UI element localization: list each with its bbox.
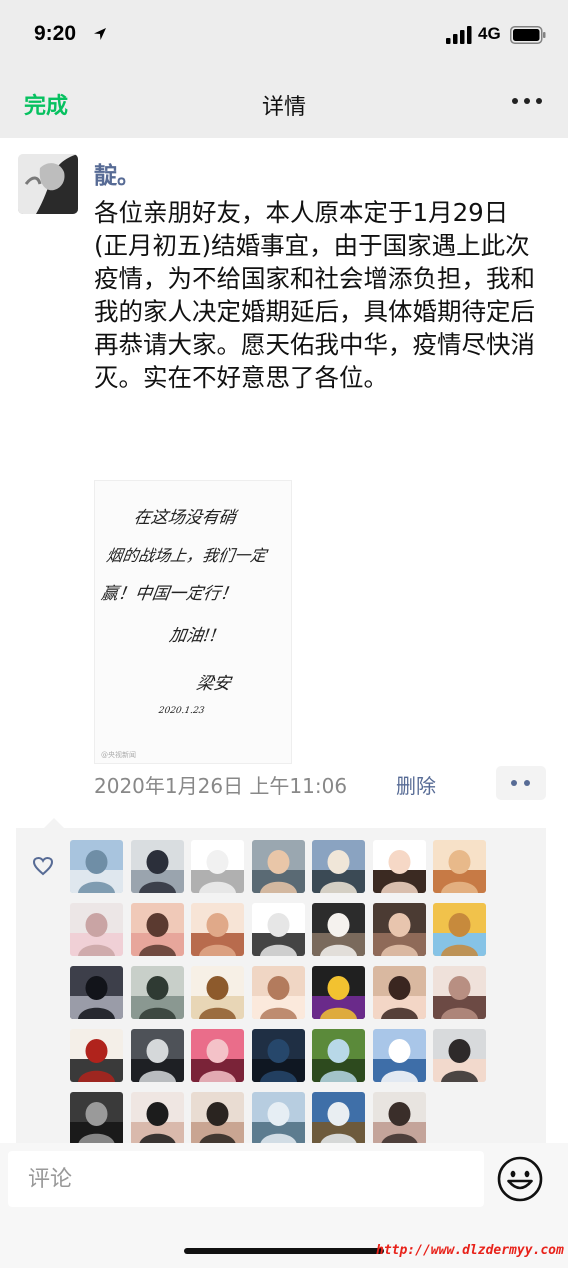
like-avatar-26[interactable] <box>312 1029 365 1082</box>
like-comment-menu-button[interactable] <box>496 766 546 800</box>
like-avatar-33[interactable] <box>312 1092 365 1145</box>
image-watermark: @央视新闻 <box>101 750 136 759</box>
like-avatar-17[interactable] <box>191 966 244 1019</box>
likes-panel-arrow <box>44 818 64 828</box>
like-avatar-29[interactable] <box>70 1092 123 1145</box>
note-date: 2020.1.23 <box>157 706 205 716</box>
note-line-1: 在这场没有硝 <box>132 508 240 528</box>
like-avatar-1[interactable] <box>70 840 123 893</box>
author-avatar-image <box>18 154 78 214</box>
note-line-5: 梁安 <box>195 674 234 694</box>
more-options-icon[interactable] <box>510 88 544 114</box>
note-line-3: 赢！中国一定行！ <box>100 584 239 604</box>
like-avatar-11[interactable] <box>251 903 305 956</box>
note-line-2: 烟的战场上，我们一定 <box>105 546 269 565</box>
like-avatar-28[interactable] <box>433 1029 486 1082</box>
heart-outline-icon <box>32 856 54 876</box>
battery-icon <box>510 26 546 44</box>
like-avatar-20[interactable] <box>372 966 426 1019</box>
like-avatar-31[interactable] <box>191 1092 244 1145</box>
like-avatar-15[interactable] <box>70 966 123 1019</box>
menu-dot-icon <box>511 780 517 786</box>
like-avatar-19[interactable] <box>312 966 365 1019</box>
page-title: 详情 <box>261 95 306 120</box>
like-avatar-16[interactable] <box>130 966 184 1019</box>
like-avatar-8[interactable] <box>70 903 123 956</box>
handwritten-note-image: 在这场没有硝 烟的战场上，我们一定 赢！中国一定行！ 加油!! 梁安 2020.… <box>95 481 291 763</box>
like-avatar-32[interactable] <box>251 1092 305 1145</box>
like-avatar-9[interactable] <box>130 903 184 956</box>
like-avatar-22[interactable] <box>70 1029 123 1082</box>
like-avatar-27[interactable] <box>372 1029 426 1082</box>
like-avatar-5[interactable] <box>312 840 365 893</box>
moment-post: 靛。 各位亲朋好友，本人原本定于1月29日 (正月初五)结婚事宜，由于国家遇上此… <box>0 138 568 1146</box>
like-avatar-3[interactable] <box>191 840 244 893</box>
like-avatar-23[interactable] <box>130 1029 184 1082</box>
comment-input[interactable] <box>8 1151 484 1207</box>
like-avatar-7[interactable] <box>433 840 486 893</box>
like-avatar-34[interactable] <box>372 1092 426 1145</box>
note-line-4: 加油!! <box>168 626 218 646</box>
post-image[interactable]: 在这场没有硝 烟的战场上，我们一定 赢！中国一定行！ 加油!! 梁安 2020.… <box>94 480 292 764</box>
author-name[interactable]: 靛。 <box>94 156 140 190</box>
location-arrow-icon <box>94 28 106 40</box>
post-timestamp: 2020年1月26日 上午11:06 <box>94 774 348 798</box>
like-avatar-14[interactable] <box>433 903 486 956</box>
like-avatar-12[interactable] <box>312 903 365 956</box>
like-avatar-18[interactable] <box>251 966 305 1019</box>
cellular-signal-icon <box>446 26 472 44</box>
menu-dot-icon <box>524 780 530 786</box>
author-avatar[interactable] <box>18 154 78 214</box>
like-avatar-6[interactable] <box>372 840 426 893</box>
like-avatar-10[interactable] <box>191 903 244 956</box>
comment-bar: http://www.dlzdermyy.com <box>0 1143 568 1268</box>
like-avatar-24[interactable] <box>191 1029 244 1082</box>
network-type: 4G <box>478 24 501 43</box>
like-avatar-25[interactable] <box>251 1029 305 1082</box>
delete-button[interactable]: 删除 <box>396 770 436 799</box>
like-avatar-2[interactable] <box>130 840 184 893</box>
status-bar: 9:20 4G <box>0 0 568 68</box>
nav-bar: 完成 详情 <box>0 68 568 138</box>
like-avatar-21[interactable] <box>433 966 486 1019</box>
likes-panel <box>16 818 546 1146</box>
like-avatar-13[interactable] <box>372 903 426 956</box>
home-indicator[interactable] <box>184 1248 384 1254</box>
like-avatar-4[interactable] <box>251 840 305 893</box>
like-avatar-30[interactable] <box>130 1092 184 1145</box>
site-watermark: http://www.dlzdermyy.com <box>376 1243 564 1258</box>
emoji-icon[interactable] <box>496 1155 544 1203</box>
post-text: 各位亲朋好友，本人原本定于1月29日 (正月初五)结婚事宜，由于国家遇上此次疫情… <box>94 198 535 392</box>
status-time: 9:20 <box>34 22 77 45</box>
